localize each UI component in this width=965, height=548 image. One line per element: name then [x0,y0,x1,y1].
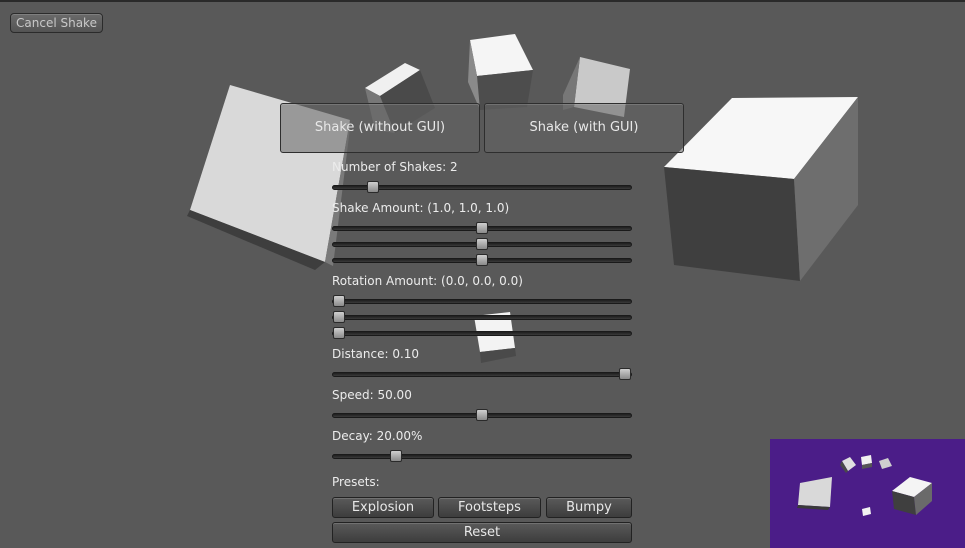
decay-slider[interactable] [332,450,632,462]
rotation-amount-label: Rotation Amount: (0.0, 0.0, 0.0) [332,274,523,288]
shake-amount-y-slider[interactable] [332,238,632,250]
slider-thumb[interactable] [476,254,488,266]
slider-thumb[interactable] [333,311,345,323]
rotation-amount-z-slider[interactable] [332,327,632,339]
cube-large-right [664,97,858,281]
footsteps-preset-button[interactable]: Footsteps [438,497,541,518]
rotation-amount-y-slider[interactable] [332,311,632,323]
speed-slider[interactable] [332,409,632,421]
number-of-shakes-label: Number of Shakes: 2 [332,160,458,174]
slider-thumb[interactable] [367,181,379,193]
cancel-shake-button[interactable]: Cancel Shake [10,13,103,33]
reset-preset-button[interactable]: Reset [332,522,632,543]
top-border [0,0,965,2]
shake-amount-label: Shake Amount: (1.0, 1.0, 1.0) [332,201,510,215]
shake-amount-x-slider[interactable] [332,222,632,234]
explosion-preset-button[interactable]: Explosion [332,497,434,518]
shake-amount-z-slider[interactable] [332,254,632,266]
minimap-view [770,439,965,548]
slider-thumb[interactable] [333,327,345,339]
rotation-amount-x-slider[interactable] [332,295,632,307]
cube-top-center [468,34,533,110]
slider-thumb[interactable] [476,222,488,234]
decay-label: Decay: 20.00% [332,429,423,443]
slider-thumb[interactable] [390,450,402,462]
presets-label: Presets: [332,475,380,489]
slider-thumb[interactable] [619,368,631,380]
distance-slider[interactable] [332,368,632,380]
game-viewport: Cancel Shake Shake (without GUI) Shake (… [0,0,965,548]
distance-label: Distance: 0.10 [332,347,420,361]
bumpy-preset-button[interactable]: Bumpy [546,497,632,518]
speed-label: Speed: 50.00 [332,388,412,402]
slider-thumb[interactable] [476,409,488,421]
shake-with-gui-button[interactable]: Shake (with GUI) [484,103,684,153]
minimap-cubes [797,455,932,516]
slider-thumb[interactable] [476,238,488,250]
slider-thumb[interactable] [333,295,345,307]
number-of-shakes-slider[interactable] [332,181,632,193]
shake-without-gui-button[interactable]: Shake (without GUI) [280,103,480,153]
